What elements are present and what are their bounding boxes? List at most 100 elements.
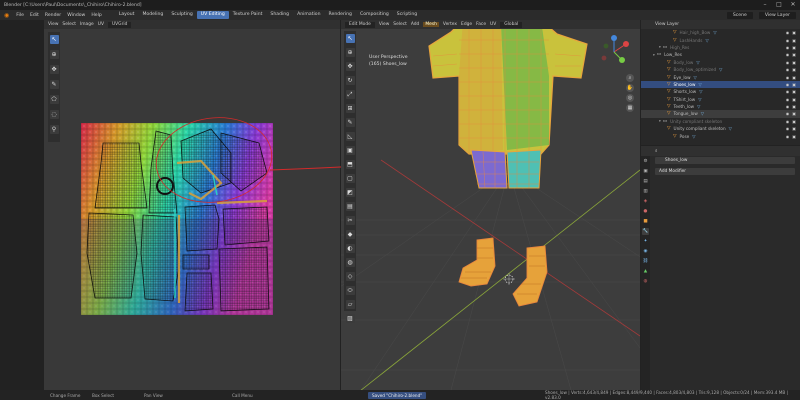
grab-tool-icon[interactable]: ⬠ (49, 95, 59, 104)
eye-icon[interactable]: ◉ (786, 30, 790, 35)
navigation-gizmo[interactable] (596, 34, 632, 70)
uv-menu-select[interactable]: Select (62, 22, 76, 27)
vp-menu-view[interactable]: View (379, 22, 389, 27)
vp-menu-mesh[interactable]: Mesh (423, 22, 439, 27)
outliner-row[interactable]: ▽ Shorts_low ▽ ◉ ▣ (641, 88, 800, 95)
vp-menu-add[interactable]: Add (411, 22, 420, 27)
workspace-tab-texture-paint[interactable]: Texture Paint (229, 11, 267, 19)
data-tab-icon[interactable]: ▲ (642, 268, 649, 275)
outliner-row[interactable]: ▽ Body_low_optimized ▽ ◉ ▣ (641, 66, 800, 73)
scene-tab-icon[interactable]: ◈ (642, 198, 649, 205)
vp-menu-face[interactable]: Face (476, 22, 486, 27)
eye-icon[interactable]: ◉ (786, 126, 790, 131)
shear-tool-icon[interactable]: ▱ (345, 300, 355, 309)
workspace-tab-sculpting[interactable]: Sculpting (167, 11, 196, 19)
eye-icon[interactable]: ◉ (786, 52, 790, 57)
bevel-tool-icon[interactable]: ◩ (345, 188, 355, 197)
camera-icon[interactable]: ▣ (792, 38, 796, 43)
eye-icon[interactable]: ◉ (786, 97, 790, 102)
workspace-tab-scripting[interactable]: Scripting (393, 11, 421, 19)
world-tab-icon[interactable]: ● (642, 208, 649, 215)
image-name-field[interactable]: UVGrid (107, 21, 132, 28)
poly-build-tool-icon[interactable]: ◆ (345, 230, 355, 239)
camera-icon[interactable]: ▣ (792, 82, 796, 87)
eye-icon[interactable]: ◉ (786, 111, 790, 116)
transform-tool-icon[interactable]: ⊞ (345, 104, 355, 113)
workspace-tab-animation[interactable]: Animation (293, 11, 324, 19)
camera-icon[interactable]: ▣ (792, 119, 796, 124)
eye-icon[interactable]: ◉ (786, 82, 790, 87)
modifier-tab-icon[interactable]: 🔧 (642, 228, 649, 235)
perspective-toggle-icon[interactable]: ▦ (626, 104, 634, 112)
view-layer-selector[interactable]: View Layer (758, 11, 796, 19)
properties-search-icon[interactable]: ⌕ (655, 148, 657, 154)
extrude-tool-icon[interactable]: ⬒ (345, 160, 355, 169)
eye-icon[interactable]: ◉ (786, 60, 790, 65)
scale-tool-icon[interactable]: ⤢ (345, 90, 355, 99)
vp-menu-uv[interactable]: UV (490, 22, 496, 27)
vp-menu-edge[interactable]: Edge (461, 22, 472, 27)
outliner-row[interactable]: ▽ Tongue_low ▽ ◉ ▣ (641, 110, 800, 118)
camera-icon[interactable]: ▣ (792, 45, 796, 50)
loop-cut-tool-icon[interactable]: ▤ (345, 202, 355, 211)
camera-icon[interactable]: ▣ (792, 97, 796, 102)
camera-icon[interactable]: ▣ (792, 111, 796, 116)
rotate-tool-icon[interactable]: ↻ (345, 76, 355, 85)
outliner-row[interactable]: ▾ ▭ Low_Res ◉ ▣ (641, 51, 800, 58)
edge-slide-tool-icon[interactable]: ◇ (345, 272, 355, 281)
blender-logo-icon[interactable]: ◉ (4, 12, 9, 19)
camera-icon[interactable]: ▣ (792, 104, 796, 109)
outliner-row[interactable]: ▾ ▭ High_Res ◉ ▣ (641, 44, 800, 51)
pinch-tool-icon[interactable]: ⚲ (49, 125, 59, 134)
physics-tab-icon[interactable]: ◉ (642, 248, 649, 255)
uv-menu-uv[interactable]: UV (98, 22, 104, 27)
outliner-row[interactable]: ▽ LashHands ▽ ◉ ▣ (641, 36, 800, 43)
workspace-tab-compositing[interactable]: Compositing (356, 11, 393, 19)
add-cube-tool-icon[interactable]: ▣ (345, 146, 355, 155)
uv-menu-image[interactable]: Image (80, 22, 94, 27)
render-tab-icon[interactable]: ▣ (642, 168, 649, 175)
outliner-row[interactable]: ▽ Body_low ▽ ◉ ▣ (641, 59, 800, 66)
inset-tool-icon[interactable]: ▢ (345, 174, 355, 183)
eye-icon[interactable]: ◉ (786, 89, 790, 94)
select-tool-icon[interactable]: ↖ (49, 35, 59, 44)
object-name-field[interactable]: Shoes_low (655, 157, 795, 164)
outliner-row[interactable]: ▽ TShirt_low ▽ ◉ ▣ (641, 96, 800, 103)
measure-tool-icon[interactable]: ◺ (345, 132, 355, 141)
eye-icon[interactable]: ◉ (786, 38, 790, 43)
particles-tab-icon[interactable]: ✦ (642, 238, 649, 245)
move-tool-icon[interactable]: ✥ (49, 65, 59, 74)
cursor-tool-icon[interactable]: ⊕ (49, 50, 59, 59)
expand-chevron-icon[interactable]: ▾ (659, 45, 661, 49)
workspace-tab-shading[interactable]: Shading (266, 11, 293, 19)
vp-menu-vertex[interactable]: Vertex (443, 22, 457, 27)
camera-icon[interactable]: ▣ (792, 30, 796, 35)
annotate-tool-icon[interactable]: ✎ (345, 118, 355, 127)
zoom-icon[interactable]: ⌕ (626, 74, 634, 82)
outliner-row[interactable]: ▾ ▭ Unity compliant skeleton ◉ ▣ (641, 118, 800, 125)
outliner-row[interactable]: ▽ Eye_low ▽ ◉ ▣ (641, 73, 800, 80)
knife-tool-icon[interactable]: ✂ (345, 216, 355, 225)
orientation-selector[interactable]: Global (500, 21, 523, 28)
menu-file[interactable]: File (13, 13, 27, 18)
camera-icon[interactable]: ▣ (792, 126, 796, 131)
expand-chevron-icon[interactable]: ▾ (659, 119, 661, 123)
camera-icon[interactable]: ▣ (792, 60, 796, 65)
rip-tool-icon[interactable]: ▨ (345, 314, 355, 323)
view-layer-tab-icon[interactable]: ▥ (642, 188, 649, 195)
camera-icon[interactable]: ▣ (792, 52, 796, 57)
output-tab-icon[interactable]: ▤ (642, 178, 649, 185)
uv-menu-view[interactable]: View (48, 22, 58, 27)
workspace-tab-layout[interactable]: Layout (115, 11, 139, 19)
pan-hand-icon[interactable]: ✋ (626, 84, 634, 92)
close-icon[interactable]: ✕ (786, 0, 800, 10)
camera-icon[interactable]: ▣ (792, 89, 796, 94)
3d-viewport[interactable]: Edit Mode View Select Add Mesh Vertex Ed… (341, 20, 640, 390)
minimize-icon[interactable]: – (758, 0, 772, 10)
vp-menu-select[interactable]: Select (393, 22, 407, 27)
camera-view-icon[interactable]: ◎ (626, 94, 634, 102)
constraints-tab-icon[interactable]: ⛓ (642, 258, 649, 265)
move-tool-icon[interactable]: ✥ (345, 62, 355, 71)
eye-icon[interactable]: ◉ (786, 134, 790, 139)
menu-edit[interactable]: Edit (27, 13, 42, 18)
